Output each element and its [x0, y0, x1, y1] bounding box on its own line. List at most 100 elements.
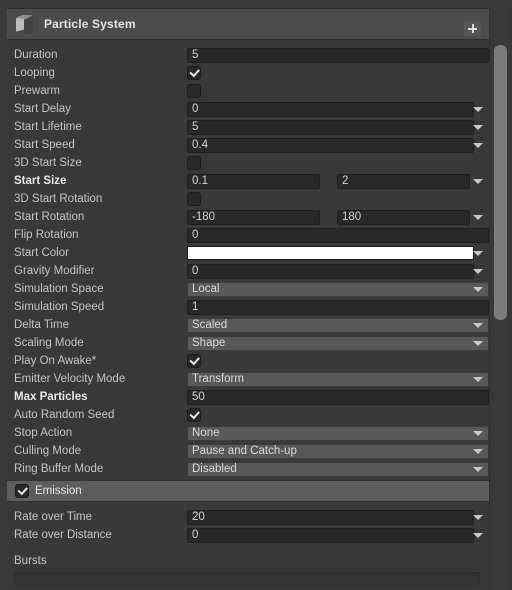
- property-control: [187, 82, 490, 100]
- property-control: 5: [187, 46, 490, 64]
- emission-title: Emission: [35, 485, 82, 497]
- dropdown-scaling-mode[interactable]: Shape: [187, 335, 489, 351]
- property-label-ring-buffer-mode: Ring Buffer Mode: [14, 463, 104, 475]
- property-row-rate-over-time: Rate over Time 20: [7, 508, 490, 526]
- chevron-down-icon[interactable]: [473, 215, 483, 220]
- dropdown-delta-time[interactable]: Scaled: [187, 317, 489, 333]
- checkbox-looping[interactable]: [187, 66, 201, 80]
- input-start-speed[interactable]: 0.4: [187, 137, 474, 153]
- property-control: Disabled: [187, 460, 490, 478]
- chevron-down-icon[interactable]: [473, 143, 483, 148]
- property-row-simulation-speed: Simulation Speed 1: [7, 298, 490, 316]
- property-label-3d-start-size: 3D Start Size: [14, 157, 82, 169]
- property-row-looping: Looping: [7, 64, 490, 82]
- property-row-start-size: Start Size 0.1 2: [7, 172, 490, 190]
- component-header[interactable]: Particle System: [7, 9, 490, 40]
- emission-enabled-checkbox[interactable]: [15, 484, 29, 498]
- property-label-play-on-awake: Play On Awake*: [14, 355, 97, 367]
- property-label-duration: Duration: [14, 49, 58, 61]
- window-left-edge: [0, 0, 7, 590]
- dropdown-ring-buffer-mode[interactable]: Disabled: [187, 461, 489, 477]
- property-row-rate-over-distance: Rate over Distance 0: [7, 526, 490, 544]
- dropdown-culling-mode[interactable]: Pause and Catch-up: [187, 443, 489, 459]
- property-control: Transform: [187, 370, 490, 388]
- property-label-start-speed: Start Speed: [14, 139, 75, 151]
- chevron-down-icon[interactable]: [473, 533, 483, 538]
- chevron-down-icon[interactable]: [473, 251, 483, 256]
- input-duration[interactable]: 5: [187, 47, 489, 63]
- checkbox-auto-random-seed[interactable]: [187, 408, 201, 422]
- chevron-down-icon[interactable]: [473, 107, 483, 112]
- input-flip-rotation[interactable]: 0: [187, 227, 489, 243]
- checkbox-3d-start-size[interactable]: [187, 156, 201, 170]
- property-row-stop-action: Stop Action None: [7, 424, 490, 442]
- property-row-start-rotation: Start Rotation -180 180: [7, 208, 490, 226]
- input-start-rotation-min[interactable]: -180: [187, 209, 320, 225]
- property-control: 0.1 2: [187, 172, 490, 190]
- bursts-list-box[interactable]: [14, 572, 480, 586]
- property-label-simulation-speed: Simulation Speed: [14, 301, 105, 313]
- bursts-label: Bursts: [14, 555, 47, 567]
- window-top-edge: [0, 0, 512, 8]
- dropdown-simulation-space[interactable]: Local: [187, 281, 489, 297]
- property-row-start-color: Start Color: [7, 244, 490, 262]
- chevron-down-icon[interactable]: [473, 269, 483, 274]
- property-control: [187, 64, 490, 82]
- chevron-down-icon[interactable]: [473, 125, 483, 130]
- property-row-start-delay: Start Delay 0: [7, 100, 490, 118]
- checkbox-prewarm[interactable]: [187, 84, 201, 98]
- property-row-culling-mode: Culling Mode Pause and Catch-up: [7, 442, 490, 460]
- property-control: 0: [187, 526, 490, 544]
- chevron-down-icon[interactable]: [473, 515, 483, 520]
- checkbox-play-on-awake[interactable]: [187, 354, 201, 368]
- property-label-max-particles: Max Particles: [14, 391, 88, 403]
- property-control: [187, 244, 490, 262]
- property-label-gravity-modifier: Gravity Modifier: [14, 265, 95, 277]
- property-label-prewarm: Prewarm: [14, 85, 61, 97]
- chevron-down-icon[interactable]: [473, 179, 483, 184]
- chevron-down-icon: [473, 323, 483, 328]
- input-rate-over-distance[interactable]: 0: [187, 527, 474, 543]
- dropdown-stop-action[interactable]: None: [187, 425, 489, 441]
- input-gravity-modifier[interactable]: 0: [187, 263, 474, 279]
- chevron-down-icon: [473, 287, 483, 292]
- vertical-scrollbar[interactable]: [489, 8, 512, 590]
- module-header-emission[interactable]: Emission: [7, 480, 490, 502]
- property-row-3d-start-rotation: 3D Start Rotation: [7, 190, 490, 208]
- add-component-button[interactable]: [464, 21, 481, 36]
- property-control: [187, 190, 490, 208]
- property-control: Scaled: [187, 316, 490, 334]
- chevron-down-icon: [473, 377, 483, 382]
- property-label-culling-mode: Culling Mode: [14, 445, 82, 457]
- property-control: -180 180: [187, 208, 490, 226]
- scrollbar-thumb[interactable]: [494, 45, 507, 320]
- property-row-auto-random-seed: Auto Random Seed: [7, 406, 490, 424]
- chevron-down-icon: [473, 467, 483, 472]
- properties-list: Duration 5 Looping Prewarm Start Delay 0 Start…: [7, 40, 490, 586]
- property-control: 0: [187, 100, 490, 118]
- checkbox-3d-start-rotation[interactable]: [187, 192, 201, 206]
- property-row-duration: Duration 5: [7, 46, 490, 64]
- input-start-size-min[interactable]: 0.1: [187, 173, 320, 189]
- property-control: 0.4: [187, 136, 490, 154]
- input-start-rotation-max[interactable]: 180: [337, 209, 470, 225]
- property-control: Local: [187, 280, 490, 298]
- chevron-down-icon: [473, 449, 483, 454]
- property-row-play-on-awake: Play On Awake*: [7, 352, 490, 370]
- input-max-particles[interactable]: 50: [187, 389, 489, 405]
- property-control: 0: [187, 226, 490, 244]
- property-row-ring-buffer-mode: Ring Buffer Mode Disabled: [7, 460, 490, 478]
- input-start-lifetime[interactable]: 5: [187, 119, 474, 135]
- input-simulation-speed[interactable]: 1: [187, 299, 489, 315]
- input-rate-over-time[interactable]: 20: [187, 509, 474, 525]
- dropdown-emitter-velocity-mode[interactable]: Transform: [187, 371, 489, 387]
- bursts-row: Bursts: [7, 550, 490, 572]
- property-label-delta-time: Delta Time: [14, 319, 69, 331]
- color-swatch-start-color[interactable]: [187, 246, 474, 260]
- property-label-simulation-space: Simulation Space: [14, 283, 104, 295]
- property-label-flip-rotation: Flip Rotation: [14, 229, 79, 241]
- particle-system-icon: [16, 14, 35, 34]
- input-start-delay[interactable]: 0: [187, 101, 474, 117]
- component-title: Particle System: [44, 17, 136, 31]
- input-start-size-max[interactable]: 2: [337, 173, 470, 189]
